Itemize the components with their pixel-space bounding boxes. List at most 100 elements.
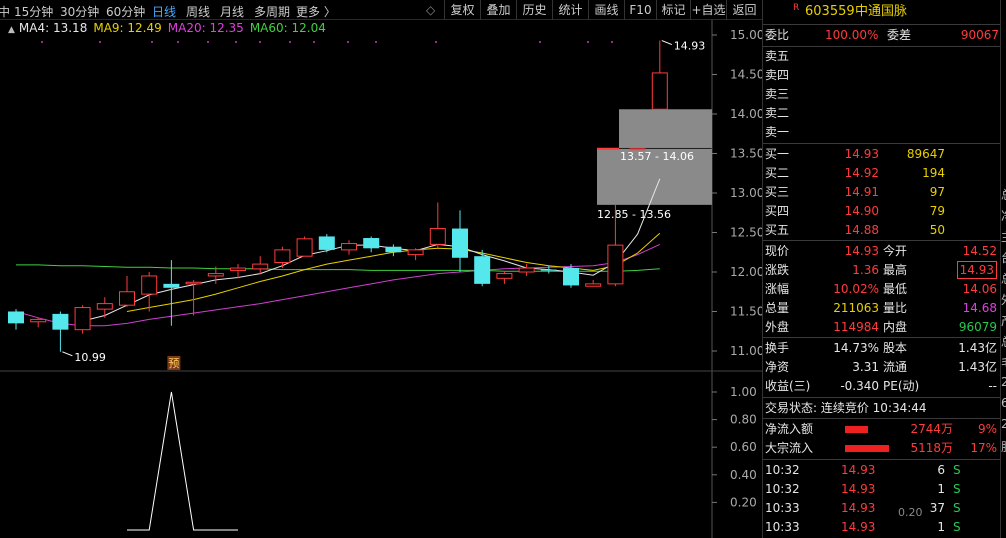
tool-button-0[interactable]: 复权	[444, 0, 480, 20]
candle[interactable]	[8, 309, 24, 330]
candle[interactable]	[363, 236, 380, 253]
tool-button-1[interactable]: 叠加	[480, 0, 516, 20]
signal-dot	[41, 41, 43, 43]
ask-label: 卖五	[765, 49, 790, 63]
tick-row: 10:33 14.93 37 S	[763, 499, 1001, 518]
candle[interactable]	[52, 311, 69, 352]
signal-dot	[289, 41, 291, 43]
ask-label: 卖三	[765, 87, 790, 101]
stat-row: 现价 14.93 今开 14.52	[763, 242, 1001, 261]
diamond-icon[interactable]: ◇	[426, 3, 435, 17]
price-tick-label: 13.00	[730, 186, 762, 200]
stock-prefix: R	[793, 3, 800, 13]
high-pointer	[661, 40, 672, 45]
period-0[interactable]: 中	[0, 3, 10, 20]
bid-volume: 79	[929, 204, 945, 218]
period-3[interactable]: 60分钟	[106, 3, 145, 20]
stat-label: 今开	[883, 244, 908, 258]
tick-price: 14.93	[841, 482, 876, 496]
candle[interactable]	[429, 202, 446, 249]
candle[interactable]	[141, 272, 158, 312]
tick-price: 14.93	[841, 463, 876, 477]
candle-body	[563, 268, 579, 286]
candle[interactable]	[385, 244, 402, 257]
edge-char: 总	[1001, 333, 1006, 350]
price-tick-label: 12.50	[730, 226, 762, 240]
candle[interactable]	[474, 249, 491, 287]
tool-button-3[interactable]: 统计	[552, 0, 588, 20]
tool-button-7[interactable]: +自选	[690, 0, 726, 20]
price-tick-label: 11.50	[730, 305, 762, 319]
candle-body	[474, 256, 491, 284]
candle[interactable]	[274, 246, 291, 269]
candle-body	[207, 273, 224, 277]
candle[interactable]	[119, 275, 135, 307]
tool-button-4[interactable]: 画线	[588, 0, 624, 20]
stat-label: 涨幅	[765, 282, 790, 296]
candle[interactable]	[629, 148, 646, 151]
fund-value: 1.43亿	[958, 341, 997, 355]
tool-button-2[interactable]: 历史	[516, 0, 552, 20]
flow-percent: 17%	[970, 441, 997, 455]
period-8[interactable]: 更多 〉	[296, 3, 336, 20]
ask-label: 卖二	[765, 106, 790, 120]
gap-box-upper	[619, 109, 712, 148]
candle-body	[141, 275, 158, 295]
tool-button-6[interactable]: 标记	[656, 0, 690, 20]
fund-label: PE(动)	[883, 379, 920, 393]
signal-dot	[151, 41, 153, 43]
bid-label: 买四	[765, 204, 790, 218]
bid-level-5: 买五 14.88 50	[763, 221, 1001, 240]
period-5[interactable]: 周线	[186, 3, 210, 20]
stat-value: 14.93	[844, 244, 879, 258]
candle-body	[119, 291, 135, 306]
bid-price: 14.88	[844, 223, 879, 237]
candle[interactable]	[407, 248, 424, 261]
stock-name: 中通国脉	[855, 4, 908, 19]
candle[interactable]	[651, 40, 668, 110]
fund-row: 换手 14.73% 股本 1.43亿	[763, 339, 1001, 358]
candle[interactable]	[341, 240, 357, 255]
price-tick-label: 12.00	[730, 265, 762, 279]
price-tick-label: 13.50	[730, 147, 762, 161]
indicator-tick-label: 0.80	[730, 413, 757, 427]
signal-dot	[177, 41, 179, 43]
flow-percent: 9%	[977, 422, 997, 436]
candle[interactable]	[496, 272, 513, 284]
candle-body	[52, 313, 69, 330]
flow-bar	[845, 445, 889, 452]
signal-dot	[539, 41, 541, 43]
ma-legend-item: MA9: 12.49	[93, 21, 162, 35]
period-7[interactable]: 多周期	[254, 3, 290, 20]
signal-dot	[259, 41, 261, 43]
signal-dot	[207, 41, 209, 43]
candle[interactable]	[74, 305, 91, 334]
forecast-badge-text: 预	[168, 357, 179, 370]
flow-row: 净流入额 2744万 9%	[763, 420, 1001, 439]
tick-time: 10:33	[765, 501, 800, 515]
tick-row: 10:32 14.93 1 S	[763, 480, 1001, 499]
tool-button-5[interactable]: F10	[624, 0, 656, 20]
candle[interactable]	[296, 236, 313, 257]
period-6[interactable]: 月线	[220, 3, 244, 20]
signal-dot	[375, 41, 377, 43]
tick-side: S	[953, 520, 961, 534]
period-2[interactable]: 30分钟	[60, 3, 99, 20]
chart-toolbar: 中 15分钟 30分钟 60分钟 日线 周线 月线 多周期 更多 〉 ◇ 复权 叠加 历史 统计 画线 F10…	[0, 0, 762, 20]
signal-dot	[347, 41, 349, 43]
candle[interactable]	[318, 234, 335, 253]
candle-body	[296, 238, 313, 257]
tick-row: 10:32 14.93 6 S	[763, 461, 1001, 480]
ma-legend-item: MA60: 12.04	[249, 21, 326, 35]
candle[interactable]	[30, 317, 47, 328]
candle[interactable]	[96, 297, 113, 318]
kline-chart[interactable]: 15.00 14.50 14.00 13.50 13.00 12.50 12.00 11.50…	[0, 0, 762, 538]
weibi-value: 100.00%	[825, 28, 879, 42]
period-4[interactable]: 日线	[152, 3, 176, 20]
period-1[interactable]: 15分钟	[14, 3, 53, 20]
ma-legend-item: MA20: 12.35	[167, 21, 244, 35]
tool-button-8[interactable]: 返回	[726, 0, 762, 20]
candle[interactable]	[585, 279, 602, 287]
tick-row: 10:33 14.93 1 S	[763, 518, 1001, 537]
candle[interactable]	[452, 210, 468, 272]
